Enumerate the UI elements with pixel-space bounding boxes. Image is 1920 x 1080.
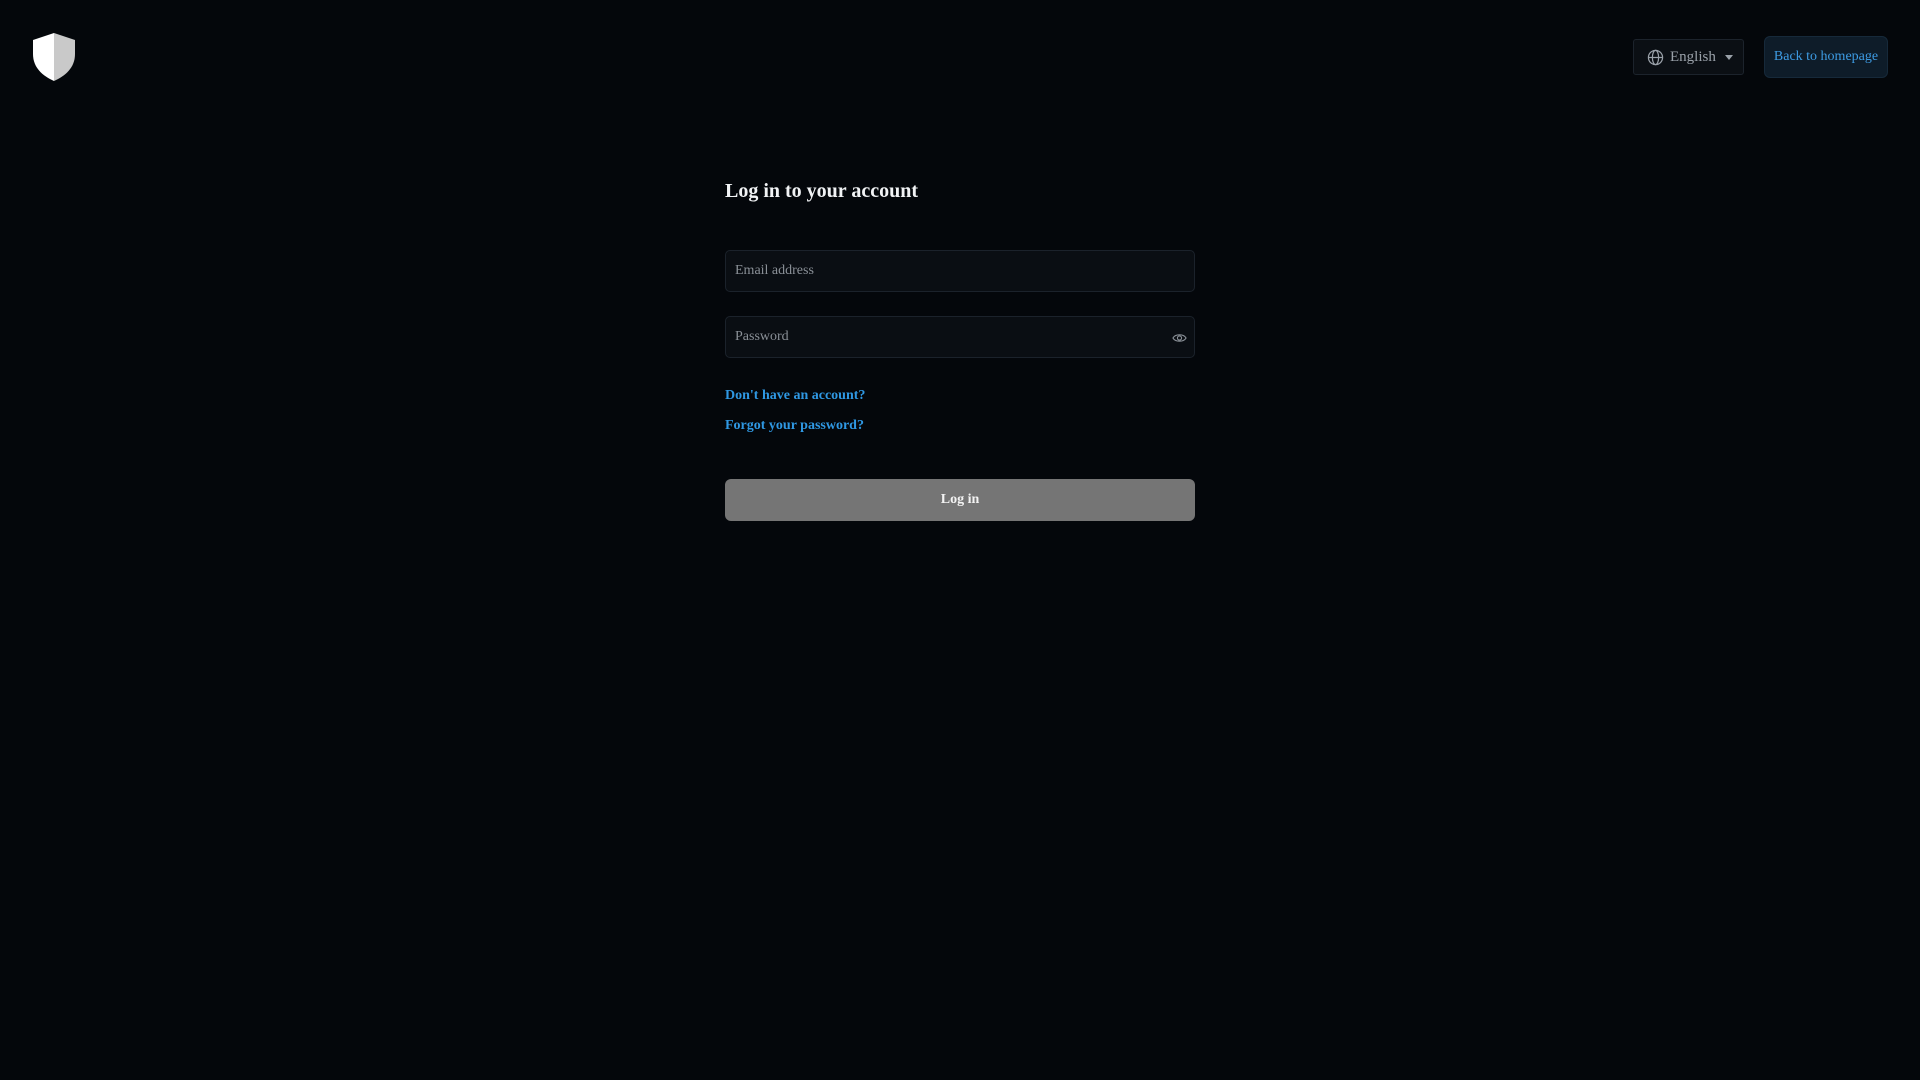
login-page: English Back to homepage Log in to your … <box>0 0 1920 1080</box>
back-to-homepage-button[interactable]: Back to homepage <box>1764 36 1888 78</box>
globe-icon <box>1647 49 1664 66</box>
page-title: Log in to your account <box>725 180 918 202</box>
caret-down-icon <box>1722 52 1734 62</box>
forgot-password-link[interactable]: Forgot your password? <box>725 417 1195 435</box>
login-form: Log in to your account Don't have an acc… <box>725 170 1195 521</box>
language-select[interactable]: English <box>1633 39 1744 75</box>
password-field[interactable] <box>726 317 1194 357</box>
email-field[interactable] <box>726 251 1194 291</box>
login-button[interactable]: Log in <box>725 479 1195 521</box>
auth-links: Don't have an account? Forgot your passw… <box>725 387 1195 435</box>
eye-icon[interactable] <box>1172 331 1187 345</box>
signup-link[interactable]: Don't have an account? <box>725 387 1195 405</box>
email-field-wrapper <box>725 250 1195 292</box>
language-label: English <box>1670 48 1716 65</box>
shield-icon[interactable] <box>31 32 77 82</box>
password-field-wrapper <box>725 316 1195 358</box>
